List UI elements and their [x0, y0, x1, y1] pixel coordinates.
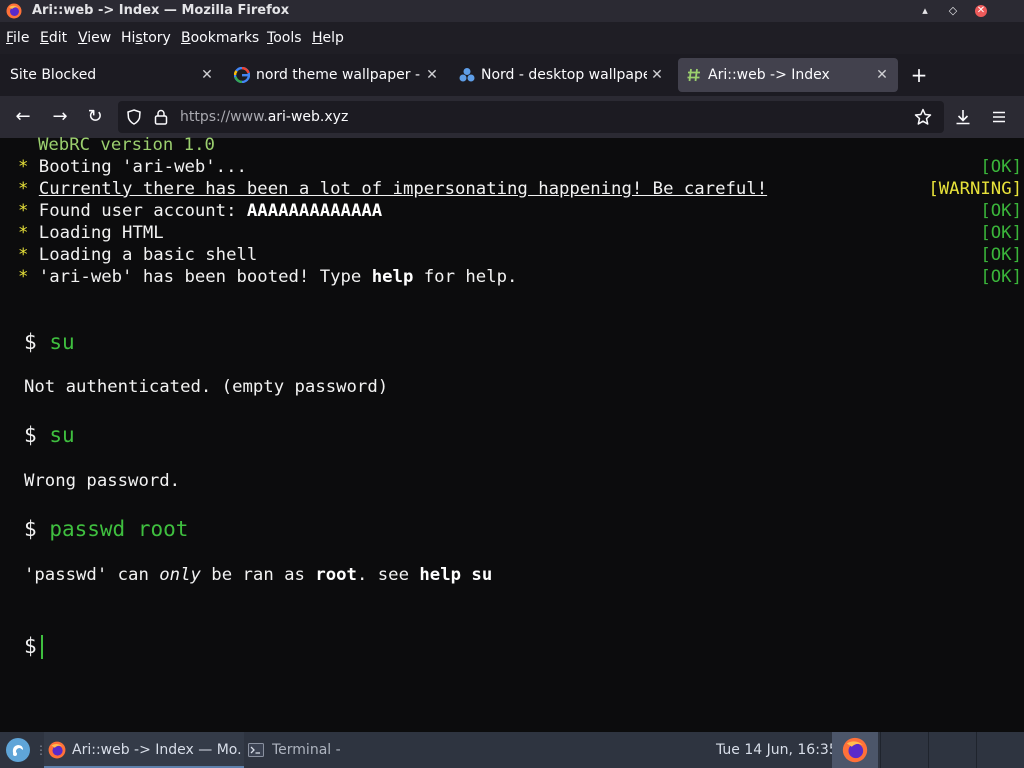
- tray-firefox-button[interactable]: [832, 732, 878, 768]
- terminal-icon: [248, 743, 264, 757]
- forward-button[interactable]: →: [49, 106, 71, 128]
- close-window-button[interactable]: ✕: [972, 2, 990, 20]
- taskbar-separator: [976, 732, 977, 768]
- command-input-line[interactable]: $: [24, 633, 43, 659]
- status-ok: [OK]: [980, 157, 1022, 177]
- address-bar[interactable]: https://www.ari-web.xyz: [118, 101, 944, 133]
- window-title: Ari::web -> Index — Mozilla Firefox: [32, 3, 290, 18]
- tab-nord-theme-wallpaper[interactable]: nord theme wallpaper - G ✕: [226, 58, 448, 92]
- clock[interactable]: Tue 14 Jun, 16:35: [716, 741, 838, 759]
- tab-label: Ari::web -> Index: [708, 67, 830, 83]
- status-ok: [OK]: [980, 245, 1022, 265]
- command-line: $ su: [24, 423, 75, 447]
- launcher-icon: [12, 745, 23, 756]
- taskbar-separator: [880, 732, 881, 768]
- new-tab-button[interactable]: +: [910, 65, 928, 85]
- bookmark-star-icon[interactable]: [914, 108, 932, 126]
- nord-icon: [459, 68, 475, 82]
- tab-label: Nord - desktop wallpaper: [481, 67, 647, 83]
- firefox-icon: [842, 737, 868, 763]
- status-warning: [WARNING]: [928, 179, 1022, 199]
- close-tab-icon[interactable]: ✕: [199, 67, 215, 83]
- firefox-icon: [48, 741, 66, 759]
- taskbar-app-label: Terminal -: [272, 742, 341, 758]
- hamburger-menu-icon: [993, 111, 1005, 123]
- command-output: Not authenticated. (empty password): [24, 377, 389, 397]
- command-line: $ su: [24, 330, 75, 354]
- menu-edit[interactable]: Edit: [40, 30, 67, 46]
- menu-history[interactable]: History: [121, 30, 171, 46]
- menu-bar: File Edit View History Bookmarks Tools H…: [0, 22, 1024, 54]
- taskbar-separator: [928, 732, 929, 768]
- terminal-header: WebRC version 1.0: [38, 135, 215, 155]
- close-tab-icon[interactable]: ✕: [424, 67, 440, 83]
- web-terminal[interactable]: WebRC version 1.0 * Booting 'ari-web'...…: [0, 135, 1024, 732]
- status-ok: [OK]: [980, 201, 1022, 221]
- close-tab-icon[interactable]: ✕: [649, 67, 665, 83]
- close-tab-icon[interactable]: ✕: [874, 67, 890, 83]
- app-menu-button[interactable]: [988, 106, 1010, 128]
- screen: Ari::web -> Index — Mozilla Firefox ▴ ◇ …: [0, 0, 1024, 768]
- app-launcher-button[interactable]: [6, 738, 30, 762]
- tab-label: nord theme wallpaper - G: [256, 67, 422, 83]
- menu-tools[interactable]: Tools: [267, 30, 302, 46]
- navigation-toolbar: ← → ↻ https://www.ari-web.xyz: [0, 96, 1024, 138]
- downloads-button[interactable]: [952, 106, 974, 128]
- firefox-icon: [6, 3, 22, 19]
- url-text[interactable]: https://www.ari-web.xyz: [180, 109, 348, 125]
- download-icon: [956, 110, 970, 125]
- shield-icon[interactable]: [126, 109, 142, 125]
- maximize-button[interactable]: ◇: [944, 2, 962, 20]
- boot-line: * Booting 'ari-web'...: [18, 157, 247, 177]
- status-ok: [OK]: [980, 223, 1022, 243]
- reload-button[interactable]: ↻: [84, 106, 106, 128]
- taskbar: ⋮ Ari::web -> Index — Mo... Terminal - T…: [0, 732, 1024, 768]
- taskbar-firefox[interactable]: Ari::web -> Index — Mo...: [44, 732, 244, 768]
- window-titlebar[interactable]: Ari::web -> Index — Mozilla Firefox ▴ ◇ …: [0, 0, 1024, 22]
- boot-line-warning: * Currently there has been a lot of impe…: [18, 179, 768, 199]
- command-line: $ passwd root: [24, 517, 189, 541]
- boot-line: * Found user account: AAAAAAAAAAAAA: [18, 201, 383, 221]
- minimize-button[interactable]: ▴: [916, 2, 934, 20]
- menu-view[interactable]: View: [78, 30, 111, 46]
- boot-line: * Loading a basic shell: [18, 245, 258, 265]
- taskbar-terminal[interactable]: Terminal -: [246, 732, 396, 768]
- tab-strip: Site Blocked ✕ nord theme wallpaper - G …: [0, 54, 1024, 96]
- menu-bookmarks[interactable]: Bookmarks: [181, 30, 259, 46]
- google-icon: [234, 67, 250, 83]
- tab-label: Site Blocked: [10, 67, 97, 83]
- command-output: Wrong password.: [24, 471, 181, 491]
- status-ok: [OK]: [980, 267, 1022, 287]
- tab-site-blocked[interactable]: Site Blocked ✕: [0, 58, 224, 92]
- menu-file[interactable]: File: [6, 30, 29, 46]
- hash-icon: [687, 68, 700, 82]
- tab-ari-web-index[interactable]: Ari::web -> Index ✕: [678, 58, 898, 92]
- taskbar-handle-icon: ⋮: [35, 743, 47, 757]
- boot-line: * 'ari-web' has been booted! Type help f…: [18, 267, 518, 287]
- lock-icon[interactable]: [154, 109, 168, 125]
- text-cursor: [40, 635, 43, 659]
- command-output: 'passwd' can only be ran as root. see he…: [24, 565, 493, 585]
- menu-help[interactable]: Help: [312, 30, 344, 46]
- tab-nord-desktop-wallpaper[interactable]: Nord - desktop wallpaper ✕: [451, 58, 673, 92]
- taskbar-app-label: Ari::web -> Index — Mo...: [72, 742, 242, 758]
- back-button[interactable]: ←: [12, 106, 34, 128]
- boot-line: * Loading HTML: [18, 223, 164, 243]
